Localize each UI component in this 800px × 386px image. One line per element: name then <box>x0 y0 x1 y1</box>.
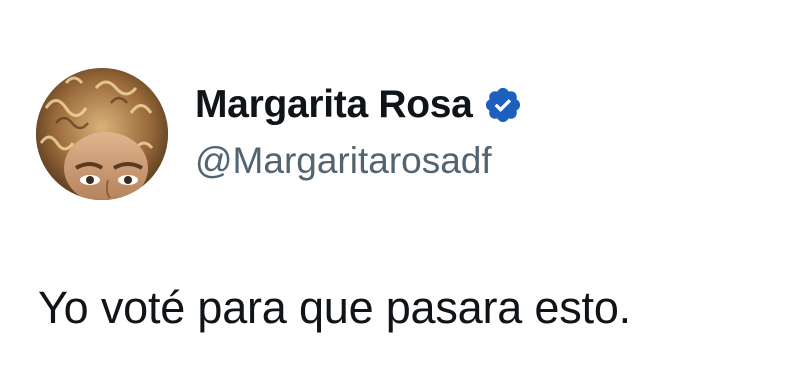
tweet-text: Yo voté para que pasara esto. <box>38 282 631 333</box>
verified-badge-icon <box>483 85 523 125</box>
avatar-photo <box>36 68 168 200</box>
display-name[interactable]: Margarita Rosa <box>195 83 473 127</box>
tweet-card: Margarita Rosa @Margaritarosadf Yo voté … <box>0 0 800 386</box>
avatar[interactable] <box>36 68 168 200</box>
author-name-row[interactable]: Margarita Rosa <box>195 80 523 130</box>
author-handle[interactable]: @Margaritarosadf <box>195 140 492 182</box>
